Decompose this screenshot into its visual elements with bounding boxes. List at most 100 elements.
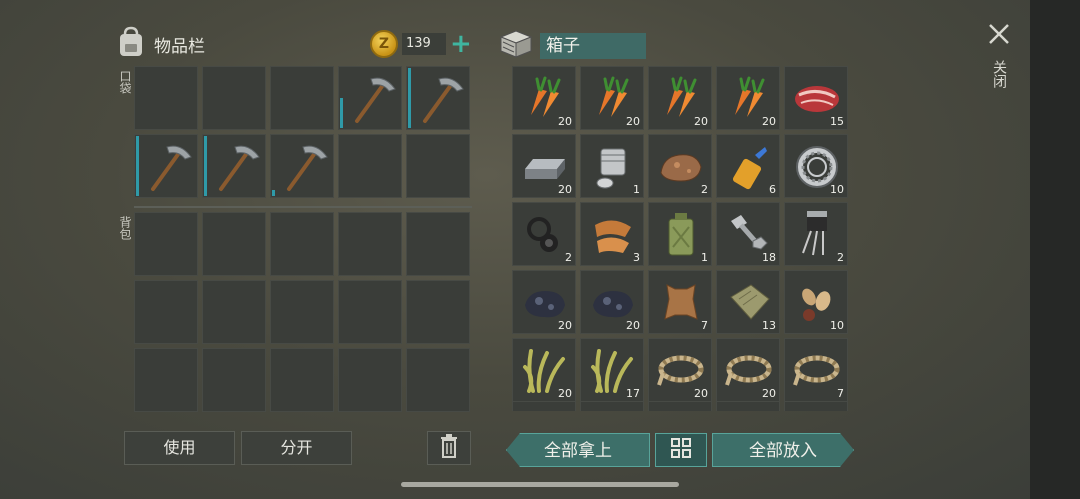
trash-button[interactable] (427, 431, 471, 465)
item-quantity: 1 (701, 251, 708, 264)
slot[interactable] (580, 401, 644, 411)
box-grid: 20 20 20 20 15 20 1 2 6 10 2 3 1 18 2 20 20 7 13 10 20 17 20 20… (512, 66, 848, 402)
item-quantity: 6 (769, 183, 776, 196)
slot[interactable] (406, 66, 470, 130)
slot[interactable]: 20 (580, 270, 644, 334)
close-label: 关闭 (991, 60, 1007, 88)
slot[interactable]: 3 (580, 202, 644, 266)
slot[interactable]: 2 (784, 202, 848, 266)
currency-display: Z 139 + (370, 30, 472, 58)
slot[interactable] (338, 212, 402, 276)
item-quantity: 15 (830, 115, 844, 128)
slot[interactable]: 20 (512, 338, 576, 402)
slot[interactable]: 20 (716, 338, 780, 402)
slot[interactable]: 7 (784, 338, 848, 402)
slot[interactable]: 6 (716, 134, 780, 198)
item-quantity: 2 (701, 183, 708, 196)
slot[interactable] (134, 280, 198, 344)
home-indicator (401, 482, 679, 487)
section-divider (134, 206, 472, 208)
right-edge-strip (1030, 0, 1080, 499)
slot[interactable]: 20 (580, 66, 644, 130)
grid-sort-icon (670, 437, 692, 463)
item-quantity: 20 (762, 387, 776, 400)
slot[interactable] (406, 134, 470, 198)
slot[interactable] (716, 401, 780, 411)
coin-icon: Z (370, 30, 398, 58)
slot[interactable]: 1 (580, 134, 644, 198)
durability-bar (136, 136, 139, 196)
slot[interactable] (406, 280, 470, 344)
slot[interactable]: 17 (580, 338, 644, 402)
durability-bar (408, 68, 411, 128)
slot[interactable]: 18 (716, 202, 780, 266)
slot[interactable]: 10 (784, 270, 848, 334)
slot[interactable]: 15 (784, 66, 848, 130)
slot[interactable]: 1 (648, 202, 712, 266)
close-button[interactable]: 关闭 (984, 22, 1014, 88)
slot[interactable]: 13 (716, 270, 780, 334)
slot[interactable] (202, 348, 266, 412)
add-coins-button[interactable]: + (450, 31, 472, 57)
slot[interactable] (784, 401, 848, 411)
slot[interactable] (338, 134, 402, 198)
slot[interactable]: 7 (648, 270, 712, 334)
slot[interactable] (270, 280, 334, 344)
slot[interactable]: 20 (512, 270, 576, 334)
slot[interactable] (134, 212, 198, 276)
slot[interactable] (338, 348, 402, 412)
slot[interactable] (648, 401, 712, 411)
slot[interactable] (270, 212, 334, 276)
backpack-icon (116, 26, 146, 62)
slot[interactable] (270, 66, 334, 130)
slot[interactable] (202, 280, 266, 344)
slot[interactable]: 20 (648, 338, 712, 402)
slot[interactable] (406, 212, 470, 276)
item-quantity: 1 (633, 183, 640, 196)
slot[interactable]: 10 (784, 134, 848, 198)
close-icon (987, 22, 1011, 50)
pocket-grid (134, 66, 470, 198)
item-quantity: 20 (558, 183, 572, 196)
slot[interactable]: 20 (512, 66, 576, 130)
put-all-button[interactable]: 全部放入 (712, 433, 854, 467)
slot[interactable]: 2 (648, 134, 712, 198)
slot[interactable] (202, 66, 266, 130)
item-quantity: 10 (830, 319, 844, 332)
slot[interactable] (512, 401, 576, 411)
item-quantity: 20 (626, 319, 640, 332)
slot[interactable] (202, 212, 266, 276)
slot[interactable]: 20 (716, 66, 780, 130)
slot[interactable] (134, 66, 198, 130)
item-quantity: 2 (565, 251, 572, 264)
item-quantity: 13 (762, 319, 776, 332)
box-icon (498, 28, 534, 64)
use-button[interactable]: 使用 (124, 431, 235, 465)
inventory-title: 物品栏 (154, 36, 205, 57)
sort-button[interactable] (655, 433, 707, 467)
box-title: 箱子 (540, 33, 646, 59)
slot[interactable]: 20 (512, 134, 576, 198)
item-quantity: 20 (558, 115, 572, 128)
item-quantity: 17 (626, 387, 640, 400)
backpack-grid (134, 212, 470, 412)
split-button[interactable]: 分开 (241, 431, 352, 465)
slot[interactable] (202, 134, 266, 198)
item-quantity: 7 (837, 387, 844, 400)
take-all-button[interactable]: 全部拿上 (506, 433, 650, 467)
item-quantity: 20 (694, 387, 708, 400)
slot[interactable] (338, 280, 402, 344)
slot[interactable] (270, 134, 334, 198)
slot[interactable]: 20 (648, 66, 712, 130)
slot[interactable] (406, 348, 470, 412)
box-header: 箱子 (498, 28, 646, 64)
slot[interactable] (134, 348, 198, 412)
slot[interactable] (270, 348, 334, 412)
item-quantity: 18 (762, 251, 776, 264)
slot[interactable] (134, 134, 198, 198)
box-grid-next-row (512, 401, 848, 411)
slot[interactable]: 2 (512, 202, 576, 266)
durability-bar (204, 136, 207, 196)
slot[interactable] (338, 66, 402, 130)
backpack-label: 背包 (118, 216, 132, 240)
